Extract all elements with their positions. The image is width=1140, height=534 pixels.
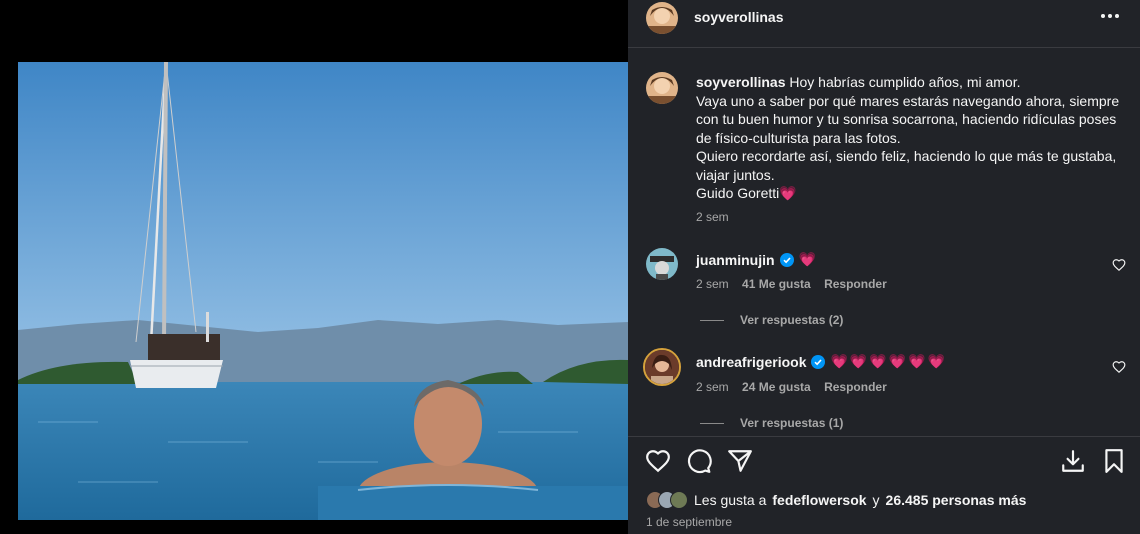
comment-1-view-replies-label[interactable]: Ver respuestas (2) xyxy=(740,313,843,327)
caption-line-1: Hoy habrías cumplido años, mi amor. xyxy=(789,74,1021,90)
comment-1-reply-button[interactable]: Responder xyxy=(824,277,887,291)
likes-summary[interactable]: Les gusta a fedeflowersok y 26.485 perso… xyxy=(646,490,1026,510)
comment-avatar-juanminujin[interactable] xyxy=(646,248,678,280)
verified-badge-icon xyxy=(779,252,794,267)
divider xyxy=(628,436,1140,437)
comment-2-like-icon[interactable] xyxy=(1112,360,1126,374)
comment-2-view-replies[interactable]: Ver respuestas (1) xyxy=(700,416,843,430)
comment-2: andreafrigeriook 💗💗💗💗💗💗 xyxy=(696,353,947,370)
liker-avatar xyxy=(670,491,688,509)
caption-line-3: Quiero recordarte así, siendo feliz, hac… xyxy=(696,148,1117,183)
post-caption: soyverollinas Hoy habrías cumplido años,… xyxy=(696,73,1126,203)
comment-1-time: 2 sem xyxy=(696,277,729,291)
comment-2-likes[interactable]: 24 Me gusta xyxy=(742,380,811,394)
comment-1-view-replies[interactable]: Ver respuestas (2) xyxy=(700,313,843,327)
author-avatar[interactable] xyxy=(646,2,678,34)
likes-connector: y xyxy=(872,492,880,508)
post-photo[interactable] xyxy=(18,62,628,520)
caption-time: 2 sem xyxy=(696,210,729,224)
post-header: soyverollinas xyxy=(628,0,1140,36)
replies-line xyxy=(700,319,724,321)
likes-user[interactable]: fedeflowersok xyxy=(772,492,866,508)
download-icon[interactable] xyxy=(1060,448,1086,474)
comment-1: juanminujin 💗 xyxy=(696,251,818,268)
comment-2-view-replies-label[interactable]: Ver respuestas (1) xyxy=(740,416,843,430)
replies-line xyxy=(700,422,724,424)
post-media-pane xyxy=(0,0,628,534)
comment-2-reply-button[interactable]: Responder xyxy=(824,380,887,394)
post-date: 1 de septiembre xyxy=(646,515,733,529)
comment-avatar-andreafrigeriook[interactable] xyxy=(643,348,681,386)
post-side-panel: soyverollinas soyverollinas Hoy habrías … xyxy=(628,0,1140,534)
caption-line-4: Guido Goretti💗 xyxy=(696,185,797,201)
action-bar xyxy=(628,448,1140,476)
likes-prefix: Les gusta a xyxy=(694,492,767,508)
author-username[interactable]: soyverollinas xyxy=(694,9,784,25)
likes-count[interactable]: 26.485 personas más xyxy=(886,492,1027,508)
verified-badge-icon xyxy=(811,354,826,369)
divider xyxy=(628,47,1140,48)
comment-2-time: 2 sem xyxy=(696,380,729,394)
comment-2-text: 💗💗💗💗💗💗 xyxy=(830,353,948,369)
heart-icon[interactable] xyxy=(645,448,671,474)
caption-avatar[interactable] xyxy=(646,72,678,104)
caption-line-2: Vaya uno a saber por qué mares estarás n… xyxy=(696,92,1120,146)
send-icon[interactable] xyxy=(727,448,753,474)
comment-1-like-icon[interactable] xyxy=(1112,258,1126,272)
likers-avatars xyxy=(646,491,688,509)
comment-1-username[interactable]: juanminujin xyxy=(696,252,775,268)
comment-1-likes[interactable]: 41 Me gusta xyxy=(742,277,811,291)
comment-1-text: 💗 xyxy=(798,251,818,267)
comment-1-meta: 2 sem 41 Me gusta Responder xyxy=(696,277,887,291)
bookmark-icon[interactable] xyxy=(1101,448,1127,474)
comment-icon[interactable] xyxy=(686,448,712,474)
comment-2-username[interactable]: andreafrigeriook xyxy=(696,354,806,370)
comment-2-meta: 2 sem 24 Me gusta Responder xyxy=(696,380,887,394)
more-options-icon[interactable] xyxy=(1098,6,1122,26)
caption-username[interactable]: soyverollinas xyxy=(696,74,786,90)
